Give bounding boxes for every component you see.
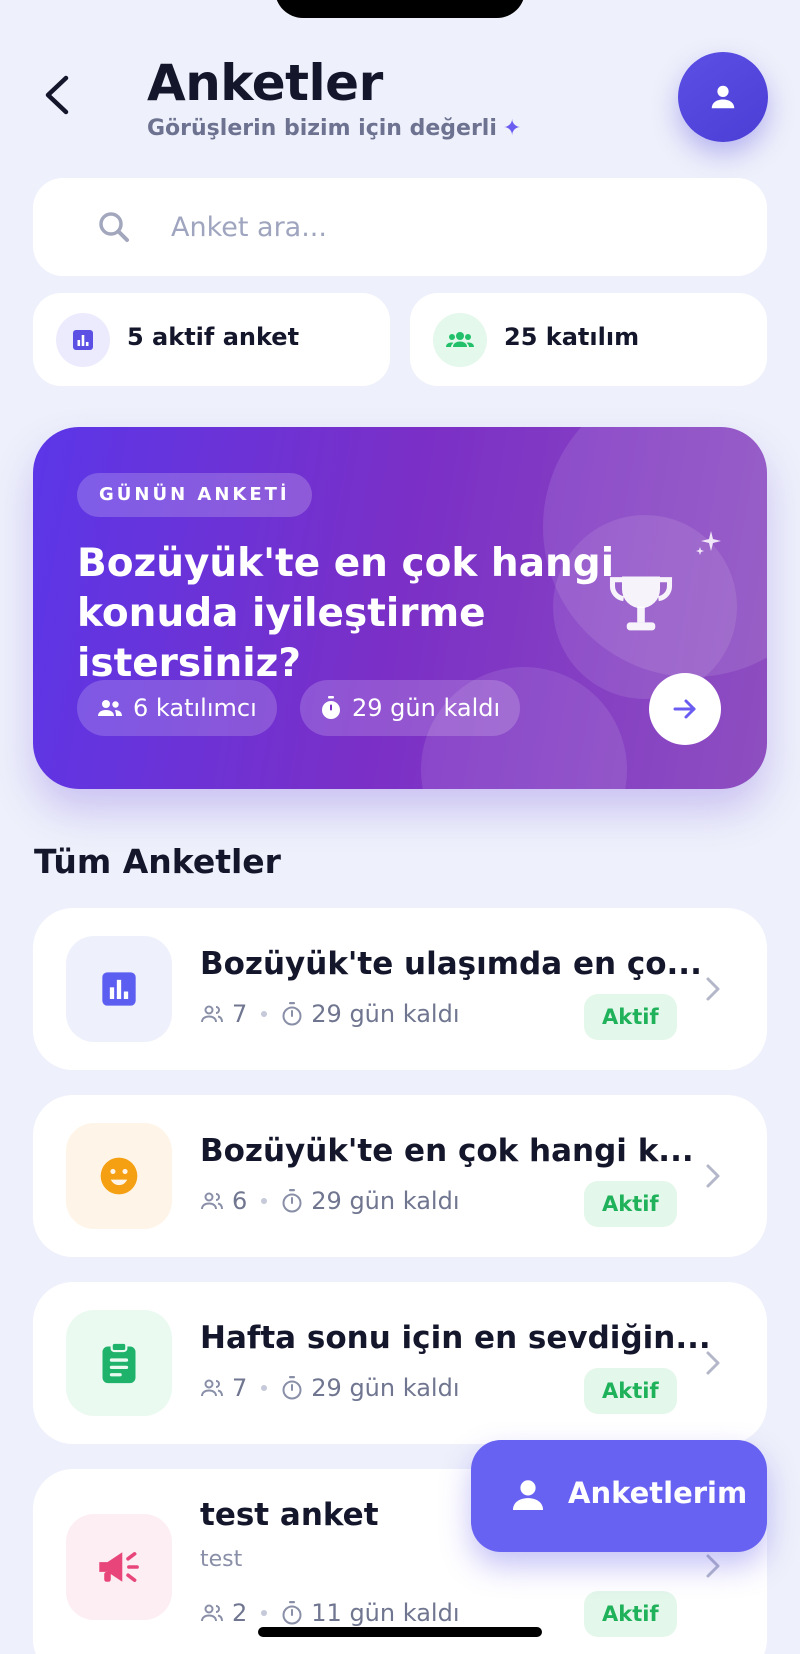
person-icon — [711, 85, 735, 109]
back-button[interactable] — [38, 70, 78, 120]
survey-meta: 2 11 gün kaldı — [200, 1599, 460, 1627]
group-icon — [201, 1005, 223, 1023]
page-subtitle: Görüşlerin bizim için değerli ✦ — [147, 116, 521, 141]
smile-icon — [66, 1123, 172, 1229]
group-icon — [201, 1379, 223, 1397]
stat-active-surveys: 5 aktif anket — [33, 293, 390, 386]
status-badge: Aktif — [584, 994, 677, 1040]
stat-label: 5 aktif anket — [127, 323, 300, 351]
survey-description: test — [200, 1547, 243, 1572]
survey-title: Bozüyük'te en çok hangi k... — [200, 1133, 694, 1169]
clipboard-icon — [66, 1310, 172, 1416]
group-icon — [201, 1604, 223, 1622]
remaining-text: 29 gün kaldı — [311, 1000, 460, 1028]
timer-icon — [282, 1002, 302, 1026]
participant-count: 7 — [232, 1000, 248, 1028]
featured-badge: GÜNÜN ANKETİ — [77, 473, 312, 517]
stat-label: 25 katılım — [504, 323, 640, 351]
bar-chart-icon — [56, 313, 110, 367]
survey-card[interactable]: Hafta sonu için en sevdiğin... 7 29 gün … — [33, 1282, 767, 1444]
home-indicator — [258, 1627, 542, 1637]
participant-count: 2 — [232, 1599, 248, 1627]
group-icon — [201, 1192, 223, 1210]
group-icon — [98, 700, 122, 716]
search-bar[interactable] — [33, 178, 767, 276]
arrow-right-icon — [673, 699, 696, 719]
timer-icon — [322, 696, 340, 719]
chevron-right-icon — [706, 1164, 720, 1188]
megaphone-icon — [66, 1514, 172, 1620]
group-icon — [433, 313, 487, 367]
stat-participation: 25 katılım — [410, 293, 767, 386]
separator-dot — [261, 1610, 268, 1616]
chevron-left-icon — [45, 75, 69, 115]
timer-icon — [282, 1376, 302, 1400]
chevron-right-icon — [706, 1351, 720, 1375]
survey-meta: 7 29 gün kaldı — [200, 1000, 460, 1028]
participant-count: 7 — [232, 1374, 248, 1402]
status-badge: Aktif — [584, 1181, 677, 1227]
status-badge: Aktif — [584, 1591, 677, 1637]
timer-icon — [282, 1189, 302, 1213]
survey-meta: 6 29 gün kaldı — [200, 1187, 460, 1215]
participant-count: 6 — [232, 1187, 248, 1215]
bar-chart-icon — [66, 936, 172, 1042]
section-title: Tüm Anketler — [34, 842, 281, 881]
person-icon — [512, 1480, 544, 1511]
survey-title: test anket — [200, 1497, 379, 1533]
featured-survey-card[interactable]: GÜNÜN ANKETİ Bozüyük'te en çok hangi kon… — [33, 427, 767, 789]
chevron-right-icon — [706, 977, 720, 1001]
remaining-text: 29 gün kaldı — [311, 1374, 460, 1402]
separator-dot — [261, 1011, 268, 1017]
remaining-text: 29 gün kaldı — [352, 694, 501, 722]
my-surveys-button[interactable]: Anketlerim — [471, 1440, 767, 1552]
page-title: Anketler — [147, 54, 383, 112]
remaining-text: 29 gün kaldı — [311, 1187, 460, 1215]
survey-title: Hafta sonu için en sevdiğin... — [200, 1320, 711, 1356]
search-input[interactable] — [171, 202, 731, 252]
sparkle-icon: ✦ — [502, 116, 522, 141]
survey-title: Bozüyük'te ulaşımda en ço... — [200, 946, 702, 982]
survey-card[interactable]: Bozüyük'te en çok hangi k... 6 29 gün ka… — [33, 1095, 767, 1257]
survey-meta: 7 29 gün kaldı — [200, 1374, 460, 1402]
subtitle-text: Görüşlerin bizim için değerli — [147, 116, 497, 141]
my-surveys-label: Anketlerim — [568, 1476, 748, 1510]
survey-card[interactable]: Bozüyük'te ulaşımda en ço... 7 29 gün ka… — [33, 908, 767, 1070]
status-badge: Aktif — [584, 1368, 677, 1414]
header: Anketler Görüşlerin bizim için değerli ✦ — [0, 0, 800, 160]
separator-dot — [261, 1385, 268, 1391]
featured-question: Bozüyük'te en çok hangi konuda iyileştir… — [77, 541, 615, 686]
timer-icon — [282, 1601, 302, 1625]
profile-button[interactable] — [678, 52, 768, 142]
chevron-right-icon — [706, 1554, 720, 1578]
separator-dot — [261, 1198, 268, 1204]
search-icon — [99, 212, 129, 242]
participants-text: 6 katılımcı — [133, 694, 257, 722]
remaining-text: 11 gün kaldı — [311, 1599, 460, 1627]
